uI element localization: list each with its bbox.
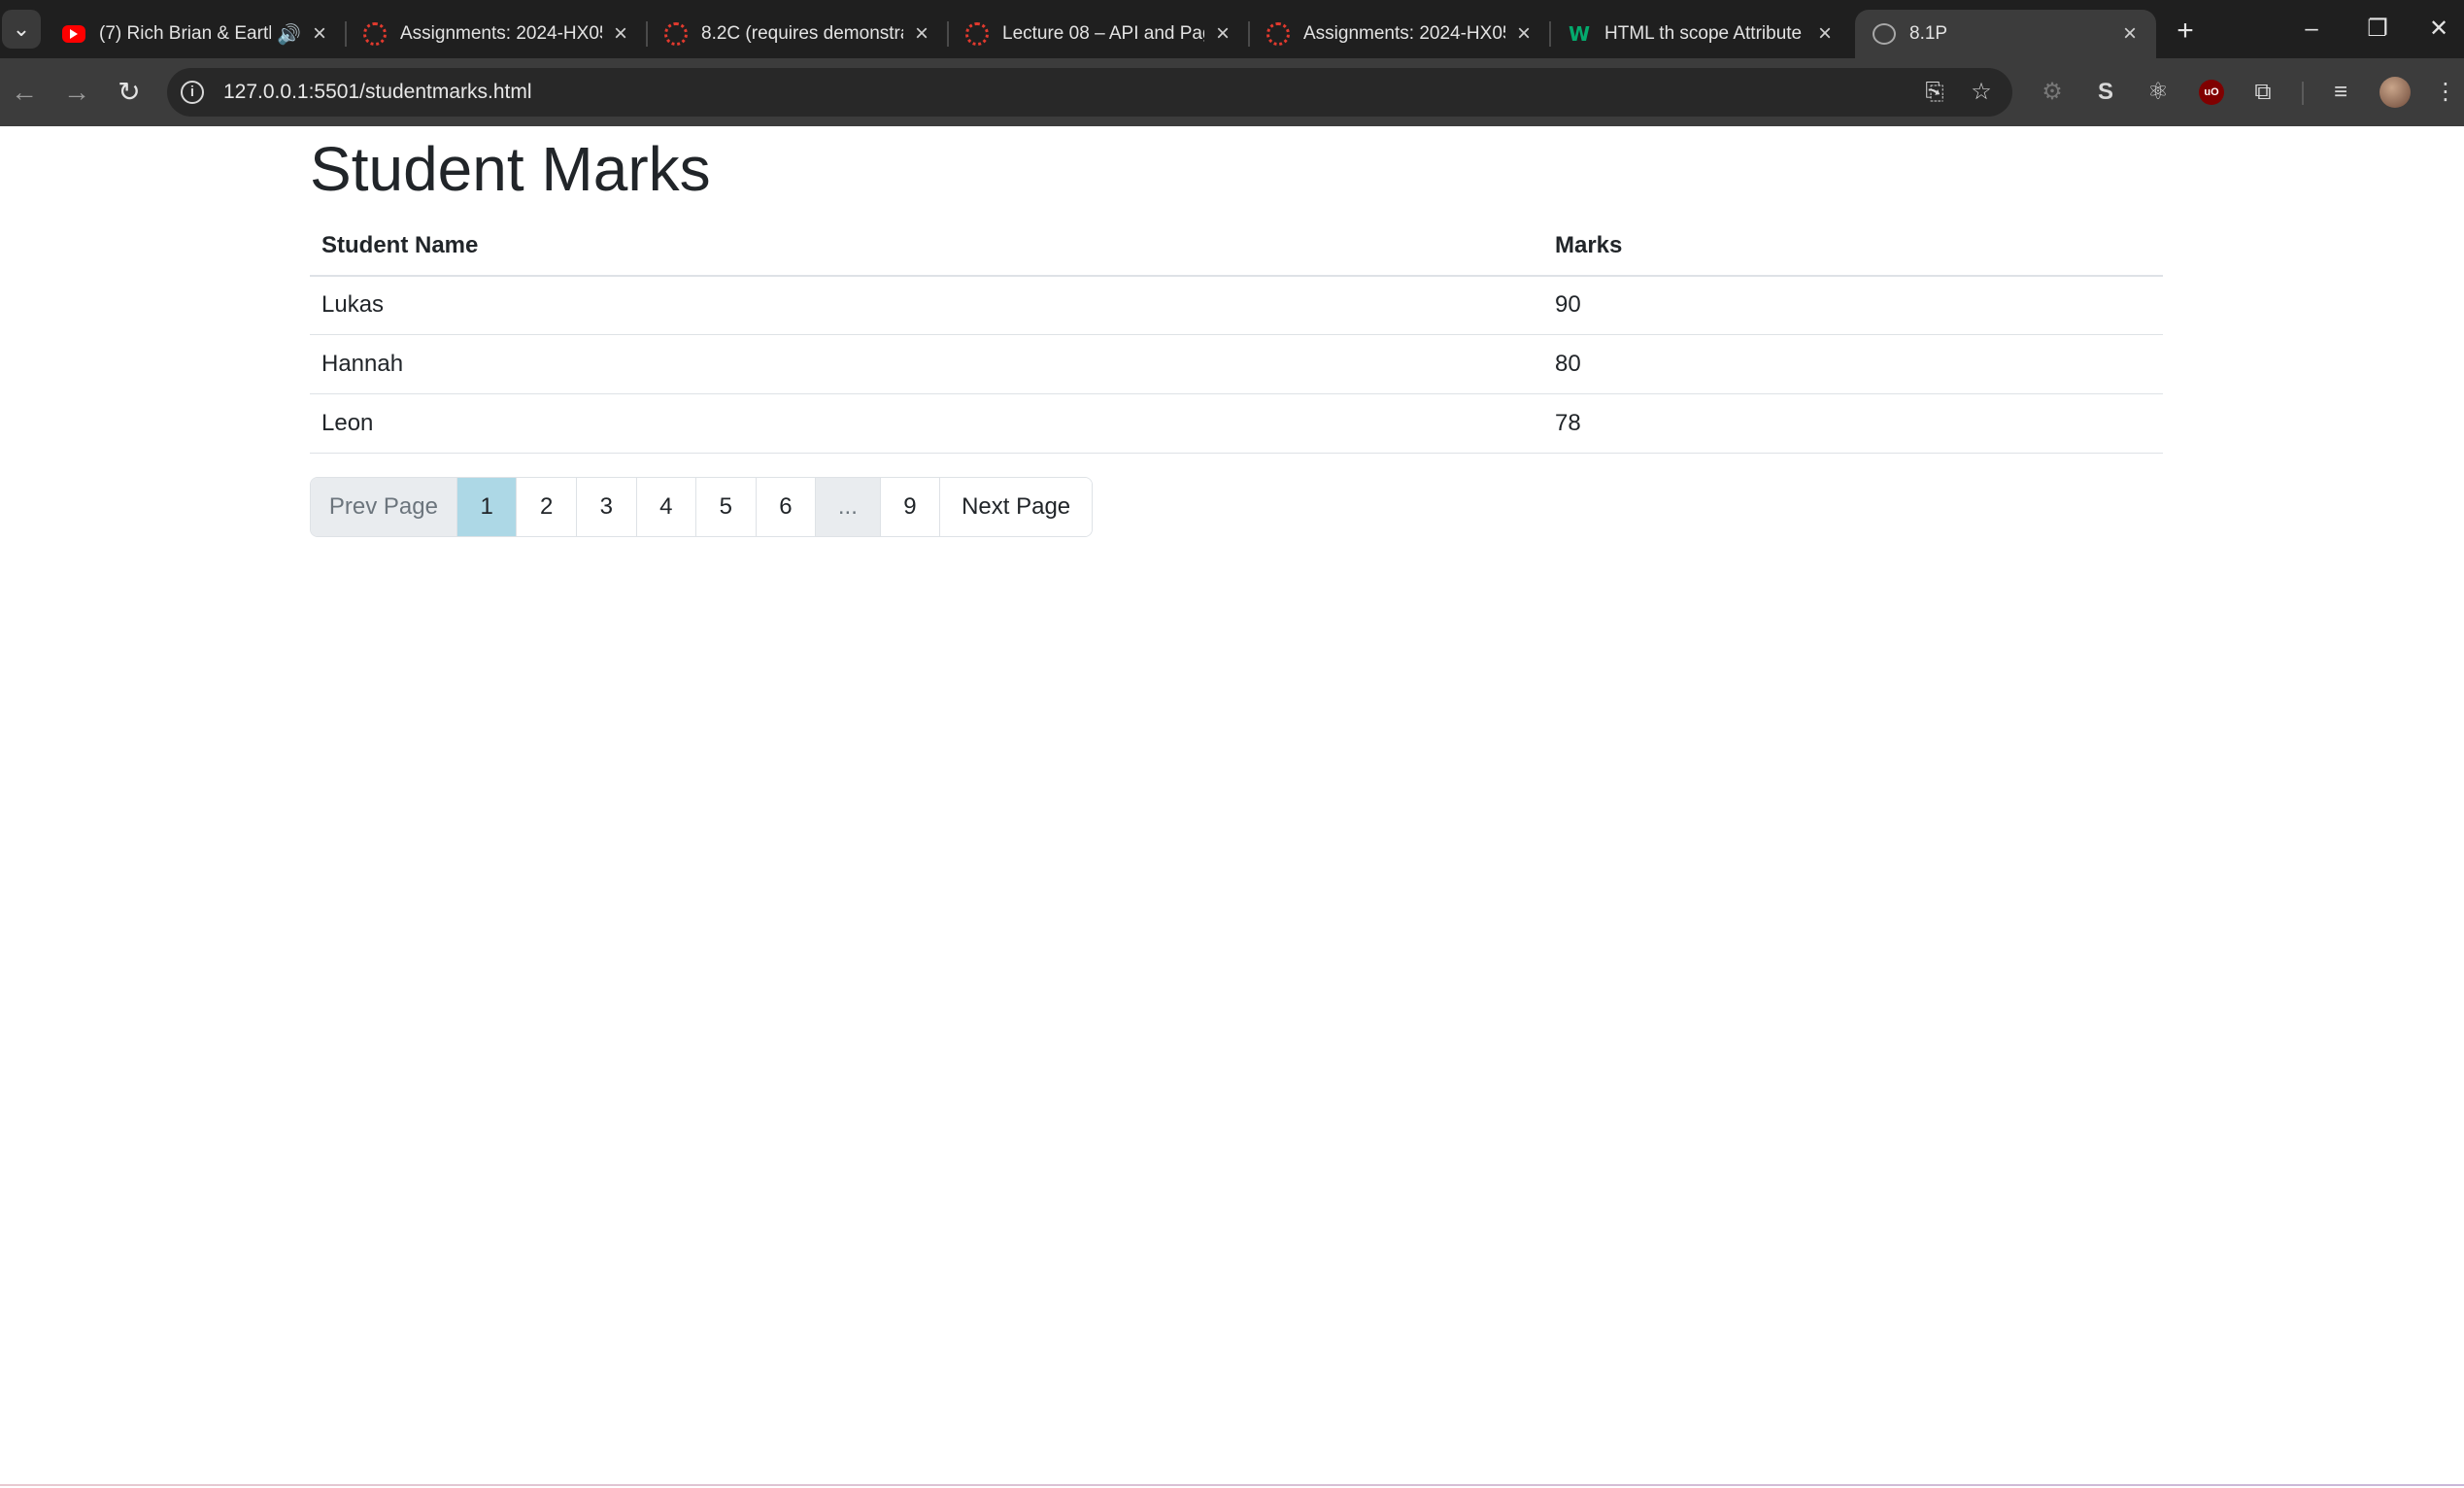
chevron-down-icon: ⌄	[12, 17, 31, 41]
canvas-icon	[664, 22, 688, 46]
ublock-icon[interactable]: uO	[2199, 80, 2224, 105]
info-icon[interactable]: i	[181, 81, 204, 104]
new-tab-button[interactable]: +	[2164, 12, 2207, 51]
browser-tab-active[interactable]: 8.1P ×	[1855, 10, 2156, 58]
table-row: Lukas 90	[310, 275, 2163, 336]
media-controls-icon[interactable]: ≡	[2323, 75, 2358, 110]
close-icon[interactable]: ×	[1212, 20, 1233, 48]
table-header-row: Student Name Marks	[310, 217, 2163, 277]
close-icon[interactable]: ×	[911, 20, 932, 48]
marks-cell: 90	[1543, 275, 2163, 336]
column-header-student-name: Student Name	[310, 217, 1543, 277]
browser-tab[interactable]: (7) Rich Brian & Earth 🔊 ×	[45, 10, 347, 58]
marks-cell: 78	[1543, 393, 2163, 455]
close-icon[interactable]: ×	[2119, 20, 2141, 48]
table-row: Leon 78	[310, 393, 2163, 455]
tab-title: Assignments: 2024-HX05	[1303, 23, 1505, 44]
tab-search-button[interactable]: ⌄	[2, 10, 41, 49]
browser-tab[interactable]: Assignments: 2024-HX05 ×	[346, 10, 648, 58]
prev-page-button[interactable]: Prev Page	[311, 478, 457, 537]
canvas-icon	[965, 22, 989, 46]
bookmark-star-icon[interactable]: ☆	[1962, 68, 2001, 117]
w3schools-icon: W	[1568, 22, 1591, 46]
canvas-icon	[363, 22, 387, 46]
page-content: Student Marks Student Name Marks Lukas 9…	[0, 126, 2464, 1488]
globe-icon	[1873, 23, 1896, 45]
profile-avatar[interactable]	[2380, 77, 2411, 108]
react-devtools-icon[interactable]: ⚛	[2141, 75, 2176, 110]
browser-tab[interactable]: Assignments: 2024-HX05 ×	[1249, 10, 1551, 58]
page-button-2[interactable]: 2	[517, 478, 577, 537]
page-button-6[interactable]: 6	[756, 478, 817, 537]
menu-kebab-icon[interactable]: ⋮	[2428, 75, 2463, 110]
marks-cell: 80	[1543, 334, 2163, 395]
student-name-cell: Leon	[310, 393, 1543, 455]
browser-toolbar: ← → ↻ i 127.0.0.1:5501/studentmarks.html…	[0, 58, 2464, 126]
window-bottom-edge	[0, 1484, 2464, 1486]
close-icon[interactable]: ×	[610, 20, 631, 48]
close-icon[interactable]: ×	[1814, 20, 1836, 48]
marks-table: Student Name Marks Lukas 90 Hannah 80 Le…	[310, 217, 2163, 455]
browser-tab[interactable]: W HTML th scope Attribute ×	[1550, 10, 1851, 58]
tab-title: (7) Rich Brian & Earth	[99, 23, 272, 44]
column-header-marks: Marks	[1543, 217, 2163, 277]
tab-strip: ⌄ (7) Rich Brian & Earth 🔊 × Assignments…	[0, 0, 2464, 58]
page-title: Student Marks	[310, 134, 711, 204]
content-container: Student Marks Student Name Marks Lukas 9…	[310, 126, 2163, 538]
extensions-puzzle-icon[interactable]: ⧉	[2245, 75, 2280, 110]
toolbar-divider	[2302, 82, 2304, 105]
url-text[interactable]: 127.0.0.1:5501/studentmarks.html	[223, 81, 532, 104]
tab-title: 8.2C (requires demonstrat	[701, 23, 903, 44]
tab-title: HTML th scope Attribute	[1604, 23, 1803, 44]
forward-button[interactable]: →	[56, 72, 97, 113]
back-button[interactable]: ←	[4, 72, 45, 113]
page-button-3[interactable]: 3	[576, 478, 637, 537]
extension-robot-icon[interactable]: ⚙	[2035, 75, 2070, 110]
translate-icon[interactable]: ⎘	[1915, 68, 1954, 117]
browser-tab[interactable]: Lecture 08 – API and Pagi ×	[948, 10, 1250, 58]
close-icon[interactable]: ×	[309, 20, 330, 48]
table-row: Hannah 80	[310, 334, 2163, 395]
next-page-button[interactable]: Next Page	[940, 478, 1092, 537]
minimize-button[interactable]: –	[2282, 8, 2341, 51]
restore-button[interactable]: ❐	[2348, 8, 2407, 51]
reload-button[interactable]: ↻	[109, 72, 150, 113]
speaker-icon[interactable]: 🔊	[277, 22, 301, 47]
tab-title: Assignments: 2024-HX05	[400, 23, 602, 44]
page-button-4[interactable]: 4	[636, 478, 697, 537]
page-button-9[interactable]: 9	[880, 478, 941, 537]
canvas-icon	[1266, 22, 1290, 46]
pagination: Prev Page 1 2 3 4 5 6 ... 9 Next Page	[310, 477, 1093, 538]
tab-title: 8.1P	[1909, 23, 1948, 44]
extension-s-icon[interactable]: S	[2088, 75, 2123, 110]
address-bar[interactable]: i 127.0.0.1:5501/studentmarks.html ⎘ ☆	[167, 68, 2012, 117]
browser-tab[interactable]: 8.2C (requires demonstrat ×	[647, 10, 949, 58]
page-button-5[interactable]: 5	[696, 478, 757, 537]
student-name-cell: Hannah	[310, 334, 1543, 395]
tab-title: Lecture 08 – API and Pagi	[1002, 23, 1204, 44]
student-name-cell: Lukas	[310, 275, 1543, 336]
page-button-1[interactable]: 1	[456, 478, 518, 537]
youtube-icon	[62, 25, 85, 43]
pagination-ellipsis: ...	[816, 478, 881, 537]
close-icon[interactable]: ×	[1513, 20, 1535, 48]
close-window-button[interactable]: ✕	[2414, 8, 2463, 51]
